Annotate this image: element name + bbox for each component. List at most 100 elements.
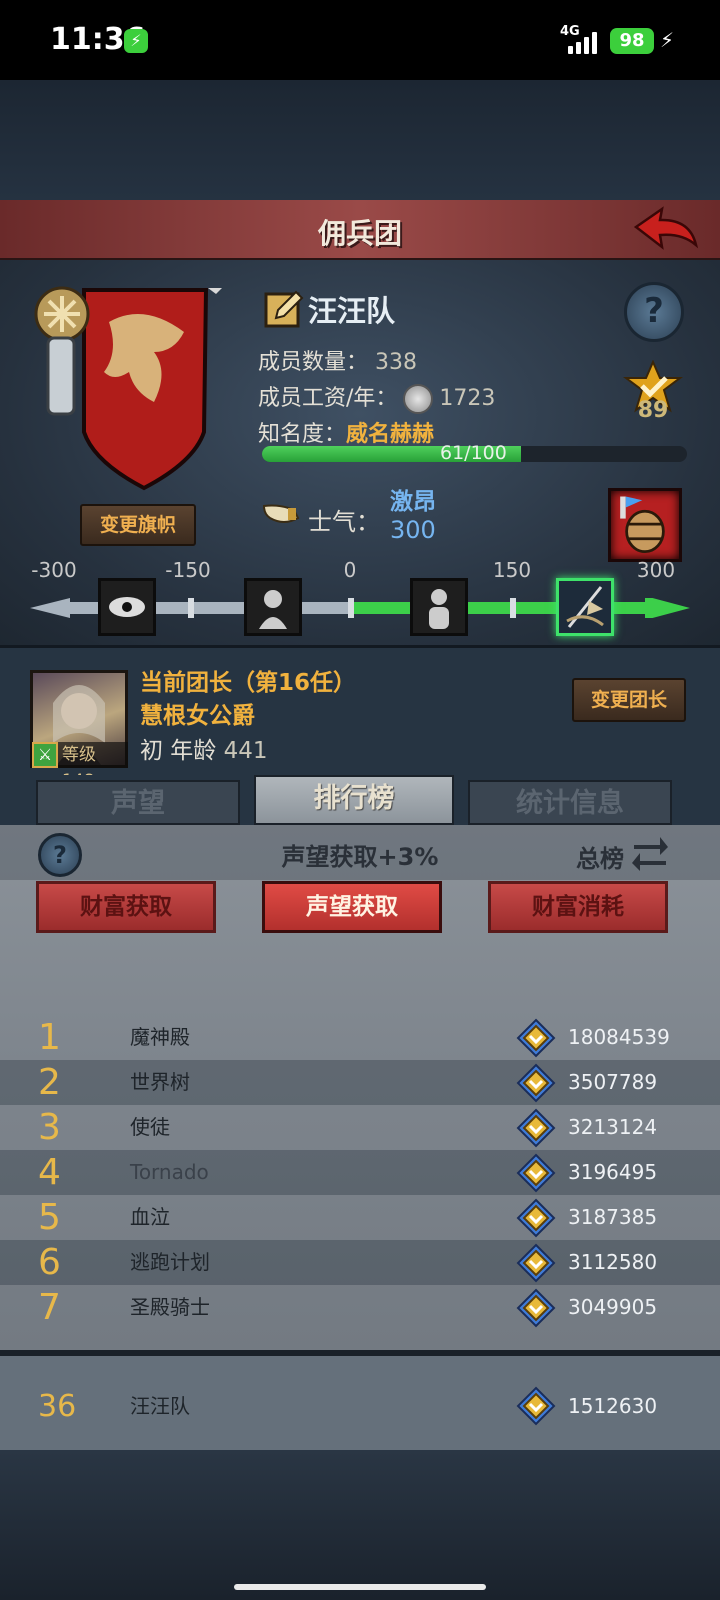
fame-progress-text: 61/100 [440,442,507,464]
title-bar: 佣兵团 [0,200,720,260]
leader-title: 当前团长（第16任） [140,670,357,696]
charging-bolt-icon: ⚡ [660,28,675,52]
table-row[interactable]: 7 圣殿骑士 3049905 [0,1285,720,1330]
guild-banner [34,286,222,491]
reputation-icon [516,1386,556,1426]
guild-name-cell: 魔神殿 [130,1025,190,1049]
rank-number: 2 [38,1062,61,1103]
reputation-icon [516,1198,556,1238]
rank-number: 1 [38,1017,61,1058]
rank-number: 7 [38,1287,61,1328]
member-count-row: 成员数量： 338 [258,344,417,376]
reputation-icon [516,1243,556,1283]
guild-name-cell: 圣殿骑士 [130,1295,210,1319]
guild-name-cell: 逃跑计划 [130,1250,210,1274]
salary-value: 1723 [439,386,496,411]
scale-tick-minus-300: -300 [31,558,77,582]
my-score: 1512630 [568,1394,658,1418]
score-cell: 3187385 [568,1205,658,1229]
edit-name-icon[interactable] [264,288,304,328]
score-cell: 3112580 [568,1250,658,1274]
supply-barrel-button[interactable] [608,488,682,562]
salary-label: 成员工资/年： [258,386,398,411]
member-count-label: 成员数量： [258,350,369,375]
score-cell: 3049905 [568,1295,658,1319]
my-rank: 36 [38,1389,77,1424]
fame-row: 知名度：威名赫赫 [258,416,434,448]
swap-icon[interactable] [630,833,670,873]
class-icon: ⚔ [32,742,58,768]
score-cell: 3213124 [568,1115,658,1139]
guild-name-cell: 使徒 [130,1115,170,1139]
rank-number: 3 [38,1107,61,1148]
despair-morale-icon[interactable] [244,578,302,636]
reputation-icon [516,1288,556,1328]
reputation-icon [516,1153,556,1193]
scale-tick-150: 150 [492,558,532,582]
table-row[interactable]: 3 使徒 3213124 [0,1105,720,1150]
scope-label: 总榜 [576,845,624,873]
rank-number: 4 [38,1152,61,1193]
guild-name-cell: 血泣 [130,1205,170,1229]
scale-tick-0: 0 [343,558,357,582]
tab-reputation[interactable]: 声望 [36,780,240,825]
reputation-icon [516,1063,556,1103]
score-cell: 3507789 [568,1070,658,1094]
category-reputation-gain-button[interactable]: 声望获取 [262,881,442,933]
table-row[interactable]: 2 世界树 3507789 [0,1060,720,1105]
reputation-icon [516,1018,556,1058]
table-row[interactable]: 1 魔神殿 18084539 [0,1015,720,1060]
rank-number: 5 [38,1197,61,1238]
leaderboard-header: ? 声望获取+3% 总榜 [0,825,720,880]
guild-info-panel: 变更旗帜 汪汪队 ? 成员数量： 338 成员工资/年： 1723 知名度：威名赫… [0,260,720,645]
leader-panel: 等级148 ⚔ 当前团长（第16任） 慧根女公爵 初 年龄 441 变更团长 [0,645,720,791]
scale-tick-300: 300 [636,558,676,582]
help-icon[interactable]: ? [624,282,684,342]
guild-name: 汪汪队 [308,294,396,328]
scale-tick-minus-150: -150 [165,558,211,582]
leader-age-row: 初 年龄 441 [140,731,268,765]
charging-badge-icon: ⚡ [124,29,148,53]
calm-morale-icon[interactable] [410,578,468,636]
top-backdrop [0,80,720,200]
rank-badge-value: 89 [637,398,669,423]
leaderboard-panel: ? 声望获取+3% 总榜 财富获取 声望获取 财富消耗 1 魔神殿 18084539… [0,825,720,1350]
status-bar: 11:36 ⚡ 4G 98 ⚡ [0,0,720,80]
member-count-value: 338 [375,350,418,375]
leader-age-label: 初 年龄 [140,738,217,764]
horn-icon [262,504,300,523]
guild-name-cell: 世界树 [130,1070,190,1094]
tab-leaderboard[interactable]: 排行榜 [254,775,454,825]
fame-label: 知名度： [258,422,347,447]
leader-age-value: 441 [223,738,268,764]
fame-title: 威名赫赫 [346,422,435,447]
home-indicator[interactable] [234,1584,486,1590]
table-row[interactable]: 6 逃跑计划 3112580 [0,1240,720,1285]
signal-icon [566,30,602,54]
rank-number: 6 [38,1242,61,1283]
category-wealth-spent-button[interactable]: 财富消耗 [488,881,668,933]
salary-row: 成员工资/年： 1723 [258,380,495,414]
morale-state: 激昂 [390,489,436,515]
tab-statistics[interactable]: 统计信息 [468,780,672,825]
eye-morale-icon[interactable] [98,578,156,636]
page-title: 佣兵团 [317,217,402,250]
table-row[interactable]: 4 Tornado 3196495 [0,1150,720,1195]
category-wealth-gain-button[interactable]: 财富获取 [36,881,216,933]
change-flag-button[interactable]: 变更旗帜 [80,504,196,546]
score-cell: 3196495 [568,1160,658,1184]
silver-coin-icon [403,384,434,414]
reputation-icon [516,1108,556,1148]
change-leader-button[interactable]: 变更团长 [572,678,686,722]
banner-morale-icon[interactable] [556,578,614,636]
morale-scale: -300 -150 0 150 300 [30,558,690,636]
tab-bar: 声望 排行榜 统计信息 [0,775,720,825]
bottom-backdrop [0,1450,720,1600]
table-row[interactable]: 5 血泣 3187385 [0,1195,720,1240]
battery-level: 98 [610,28,654,54]
back-arrow-icon[interactable] [632,205,700,255]
morale-value: 300 [390,516,436,544]
leader-name: 慧根女公爵 [140,703,255,729]
my-guild-row[interactable]: 36 汪汪队 1512630 [0,1350,720,1450]
morale-label: 士气： [308,508,380,536]
